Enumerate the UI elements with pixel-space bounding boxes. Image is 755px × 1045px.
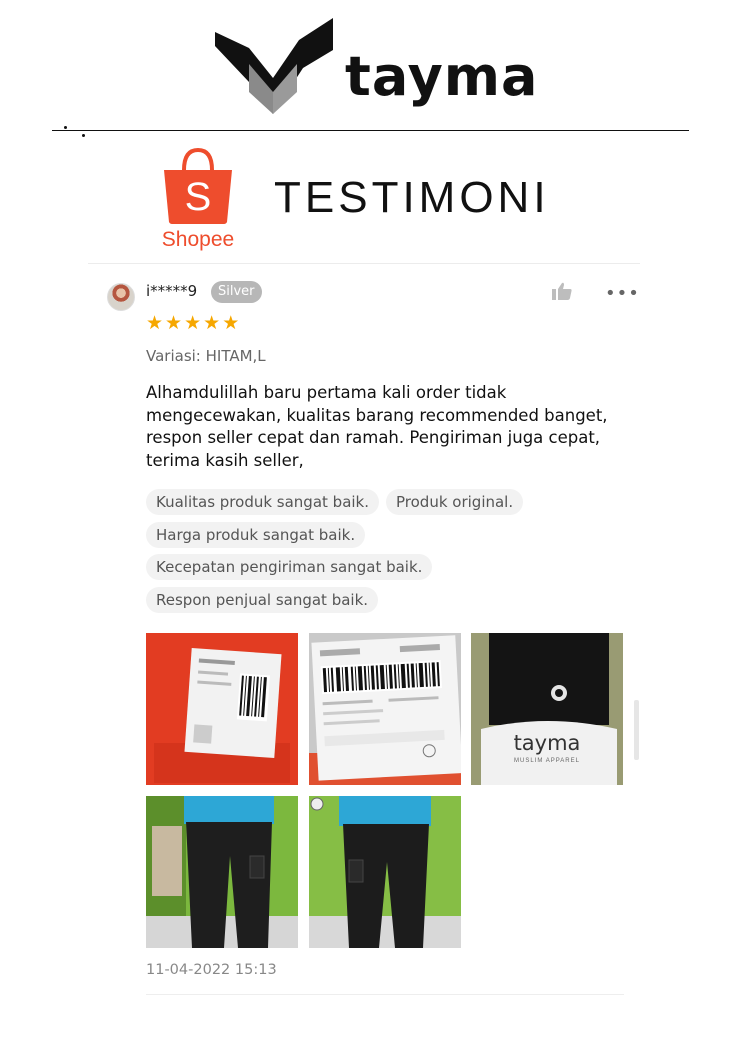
product-bag-subtitle: MUSLIM APPAREL xyxy=(514,758,580,764)
review-photo-pants-side[interactable] xyxy=(309,796,461,948)
review-photo-pants-front[interactable] xyxy=(146,796,298,948)
brand-name: tayma xyxy=(345,45,539,108)
member-badge: Silver xyxy=(211,281,262,303)
star-icon: ★ xyxy=(146,312,164,334)
decor-dot xyxy=(64,126,67,129)
review-tag: Kualitas produk sangat baik. xyxy=(146,489,380,515)
tayma-logo-icon xyxy=(215,18,333,114)
review-tag: Respon penjual sangat baik. xyxy=(146,587,379,613)
star-icon: ★ xyxy=(165,312,183,334)
pants-photo-image xyxy=(309,796,461,948)
pants-photo-image xyxy=(146,796,298,948)
product-variant: Variasi: HITAM,L xyxy=(146,347,266,365)
svg-text:S: S xyxy=(185,175,212,219)
scrollbar[interactable] xyxy=(634,700,639,760)
shopee-logo: S Shopee xyxy=(158,146,238,256)
star-icon: ★ xyxy=(203,312,221,334)
shopee-bag-icon: S xyxy=(164,147,232,224)
review-photo-shipping-label[interactable] xyxy=(309,633,461,785)
package-label-image xyxy=(146,633,298,785)
review-tag: Harga produk sangat baik. xyxy=(146,522,366,548)
star-icon: ★ xyxy=(184,312,202,334)
shipping-label-image xyxy=(309,633,461,785)
brand-logo: tayma xyxy=(215,18,538,118)
decor-dot xyxy=(82,134,85,137)
review-photo-package[interactable] xyxy=(146,633,298,785)
shopee-label: Shopee xyxy=(161,228,235,251)
review-text: Alhamdulillah baru pertama kali order ti… xyxy=(146,383,608,470)
thumbs-up-icon[interactable] xyxy=(552,282,572,300)
card-bottom-divider xyxy=(146,994,624,995)
star-icon: ★ xyxy=(222,312,240,334)
more-dots-icon[interactable]: ••• xyxy=(605,283,640,304)
avatar[interactable] xyxy=(107,283,135,311)
page-title: TESTIMONI xyxy=(274,173,550,222)
review-tag: Produk original. xyxy=(386,489,524,515)
card-divider xyxy=(88,263,640,264)
header-divider xyxy=(52,130,689,131)
reviewer-username[interactable]: i*****9 xyxy=(146,282,197,300)
product-bag-brand: tayma xyxy=(513,731,581,755)
review-tag: Kecepatan pengiriman sangat baik. xyxy=(146,554,433,580)
review-timestamp: 11-04-2022 15:13 xyxy=(146,962,277,978)
review-photo-product-bag[interactable]: tayma MUSLIM APPAREL xyxy=(471,633,623,785)
star-rating: ★ ★ ★ ★ ★ xyxy=(146,313,239,333)
